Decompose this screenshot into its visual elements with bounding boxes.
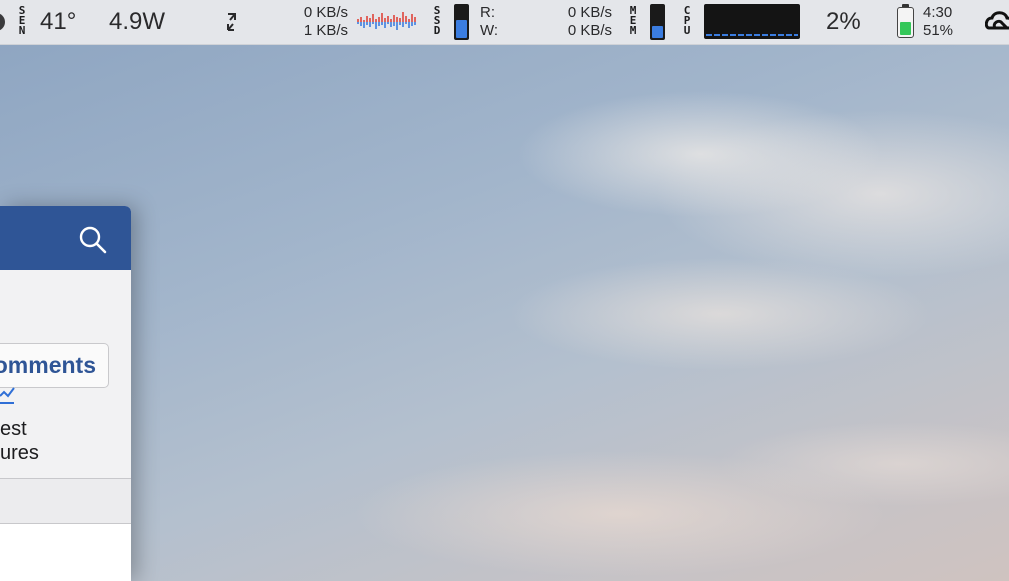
creative-cloud-icon[interactable] xyxy=(985,8,1009,36)
network-down: 0 KB/s xyxy=(303,4,348,21)
sensors-letter: N xyxy=(18,24,26,37)
arrows-diagonal-icon[interactable] xyxy=(222,10,240,34)
cpu-letter: U xyxy=(683,24,691,37)
disk-read: 0 KB/s xyxy=(567,4,612,21)
text-line-2: ures xyxy=(0,442,39,464)
network-up: 1 KB/s xyxy=(303,22,348,39)
ssd-label[interactable]: S S D xyxy=(432,5,442,37)
menu-bar: S E N 41° 4.9W 0 KB/s 1 KB/s S S D R: W:… xyxy=(0,0,1009,45)
window-content: omments est ures xyxy=(0,270,131,478)
battery-level xyxy=(900,22,911,35)
mem-bar-icon[interactable] xyxy=(650,4,665,40)
cpu-graph-line xyxy=(706,34,798,36)
comments-button[interactable]: omments xyxy=(0,343,109,388)
disk-speeds[interactable]: 0 KB/s 0 KB/s xyxy=(532,4,612,40)
disk-read-label: R: xyxy=(480,4,495,21)
search-icon[interactable] xyxy=(77,224,109,256)
ssd-letter: D xyxy=(433,24,441,37)
network-speeds[interactable]: 0 KB/s 1 KB/s xyxy=(268,4,348,40)
chart-icon[interactable] xyxy=(0,382,16,406)
cpu-percent[interactable]: 2% xyxy=(826,8,861,36)
temperature-value[interactable]: 41° xyxy=(40,8,76,36)
battery-body xyxy=(897,7,914,38)
battery-percent: 51% xyxy=(923,22,954,39)
network-graph-icon[interactable] xyxy=(357,6,417,38)
app-icon[interactable] xyxy=(0,13,5,31)
window-header xyxy=(0,206,131,270)
section-bar xyxy=(0,478,131,524)
mem-label[interactable]: M E M xyxy=(628,5,638,37)
disk-labels: R: W: xyxy=(480,4,498,40)
disk-write-label: W: xyxy=(480,22,499,39)
ssd-bar-fill xyxy=(456,20,467,38)
sensors-label[interactable]: S E N xyxy=(17,5,27,37)
cpu-label[interactable]: C P U xyxy=(682,5,692,37)
mem-letter: M xyxy=(629,24,637,37)
battery-text[interactable]: 4:30 51% xyxy=(923,4,953,40)
disk-write: 0 KB/s xyxy=(567,22,612,39)
text-line-1: est xyxy=(0,418,27,440)
ssd-bar-icon[interactable] xyxy=(454,4,469,40)
battery-time: 4:30 xyxy=(923,4,953,21)
battery-icon[interactable] xyxy=(897,4,914,38)
lower-content xyxy=(0,524,131,581)
desktop-wallpaper xyxy=(0,44,1009,581)
mem-bar-fill xyxy=(652,25,663,38)
cpu-graph-icon[interactable] xyxy=(704,4,800,39)
power-value[interactable]: 4.9W xyxy=(109,8,165,36)
app-window: omments est ures xyxy=(0,206,131,581)
